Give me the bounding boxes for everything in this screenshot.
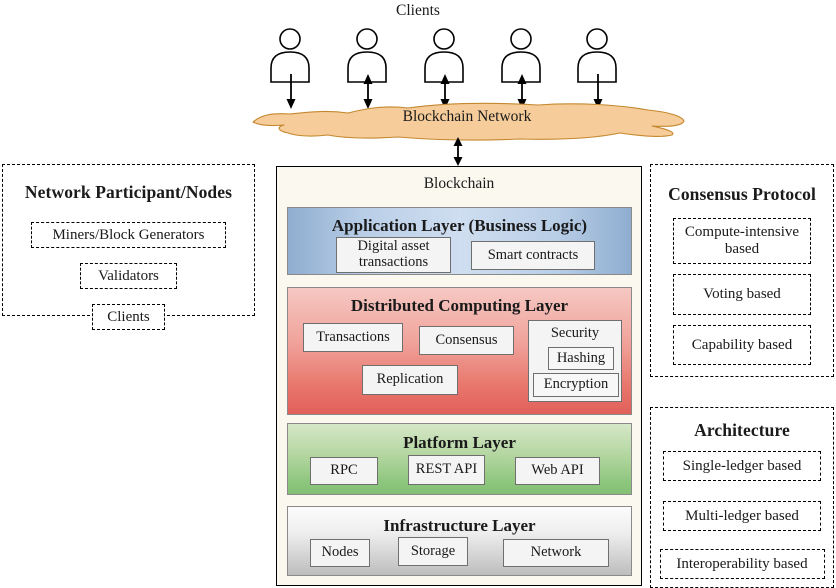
platform-layer-title: Platform Layer [403, 433, 516, 452]
infrastructure-box-network[interactable]: Network [503, 539, 609, 567]
network-participants-title: Network Participant/Nodes [24, 182, 233, 202]
consensus-item-voting[interactable]: Voting based [673, 274, 811, 315]
application-box-digital-asset-transactions[interactable]: Digital asset transactions [336, 237, 451, 273]
platform-box-web-api-label: Web API [531, 462, 584, 479]
platform-layer[interactable]: Platform Layer RPC REST API Web API [287, 423, 632, 495]
infrastructure-box-nodes[interactable]: Nodes [310, 539, 370, 567]
blockchain-network-label: Blockchain Network [402, 108, 532, 125]
infrastructure-box-nodes-label: Nodes [321, 544, 359, 561]
blockchain-container: Blockchain Application Layer (Business L… [276, 166, 642, 586]
application-layer[interactable]: Application Layer (Business Logic) Digit… [287, 207, 632, 275]
infrastructure-layer-title: Infrastructure Layer [383, 516, 536, 535]
distributed-box-encryption-label: Encryption [543, 376, 609, 393]
platform-box-rpc-label: RPC [330, 462, 358, 479]
distributed-box-security[interactable]: Security Hashing Encryption [528, 320, 622, 402]
architecture-item-multi-ledger[interactable]: Multi-ledger based [663, 501, 821, 531]
architecture-item-single-ledger[interactable]: Single-ledger based [663, 451, 821, 481]
distributed-box-transactions[interactable]: Transactions [303, 323, 403, 352]
architecture-item-interoperability[interactable]: Interoperability based [659, 549, 825, 579]
consensus-item-voting-label: Voting based [703, 286, 781, 303]
application-box-smart-contracts[interactable]: Smart contracts [471, 241, 595, 270]
blockchain-title: Blockchain [423, 175, 495, 192]
architecture-item-single-ledger-label: Single-ledger based [682, 457, 802, 474]
infrastructure-box-network-label: Network [530, 544, 582, 561]
infrastructure-box-storage-label: Storage [410, 542, 456, 559]
distributed-box-security-label: Security [550, 325, 600, 341]
platform-box-rest-api[interactable]: REST API [408, 455, 485, 485]
distributed-box-hashing[interactable]: Hashing [548, 347, 614, 370]
consensus-protocol-title: Consensus Protocol [668, 184, 816, 204]
distributed-box-consensus-label: Consensus [435, 331, 498, 348]
consensus-item-capability[interactable]: Capability based [673, 325, 811, 365]
infrastructure-layer[interactable]: Infrastructure Layer Nodes Storage Netwo… [287, 506, 632, 576]
distributed-computing-layer-title: Distributed Computing Layer [350, 296, 569, 315]
distributed-computing-layer[interactable]: Distributed Computing Layer Transactions… [287, 287, 632, 415]
participant-item-clients-label: Clients [107, 308, 150, 325]
participant-item-validators-label: Validators [98, 267, 159, 284]
clients-label: Clients [396, 2, 440, 19]
distributed-box-hashing-label: Hashing [556, 349, 606, 366]
infrastructure-box-storage[interactable]: Storage [398, 537, 468, 566]
platform-box-web-api[interactable]: Web API [515, 457, 600, 485]
network-participants-panel: Network Participant/Nodes Miners/Block G… [2, 164, 255, 330]
application-layer-title: Application Layer (Business Logic) [331, 216, 588, 235]
architecture-title: Architecture [694, 420, 790, 440]
consensus-item-compute-intensive[interactable]: Compute-intensive based [673, 218, 811, 264]
consensus-protocol-panel: Consensus Protocol Compute-intensive bas… [650, 164, 834, 377]
distributed-box-consensus[interactable]: Consensus [419, 326, 514, 355]
consensus-item-capability-label: Capability based [691, 336, 793, 353]
platform-box-rpc[interactable]: RPC [310, 457, 378, 485]
participant-item-miners[interactable]: Miners/Block Generators [31, 222, 226, 248]
distributed-box-replication-label: Replication [376, 371, 444, 388]
consensus-item-compute-intensive-label: Compute-intensive based [684, 224, 800, 257]
network-blockchain-arrow [453, 137, 463, 166]
participant-item-clients[interactable]: Clients [92, 304, 165, 330]
application-box-digital-asset-transactions-label: Digital asset transactions [357, 238, 430, 270]
architecture-panel: Architecture Single-ledger based Multi-l… [650, 407, 834, 588]
blockchain-network-cloud: Blockchain Network [248, 96, 686, 142]
architecture-item-multi-ledger-label: Multi-ledger based [685, 507, 799, 524]
architecture-item-interoperability-label: Interoperability based [676, 555, 808, 572]
distributed-box-transactions-label: Transactions [316, 328, 390, 345]
distributed-box-replication[interactable]: Replication [362, 365, 458, 395]
application-box-smart-contracts-label: Smart contracts [487, 246, 579, 263]
platform-box-rest-api-label: REST API [415, 461, 478, 478]
participant-item-miners-label: Miners/Block Generators [52, 226, 205, 243]
participant-item-validators[interactable]: Validators [80, 263, 177, 289]
distributed-box-encryption[interactable]: Encryption [533, 373, 619, 397]
